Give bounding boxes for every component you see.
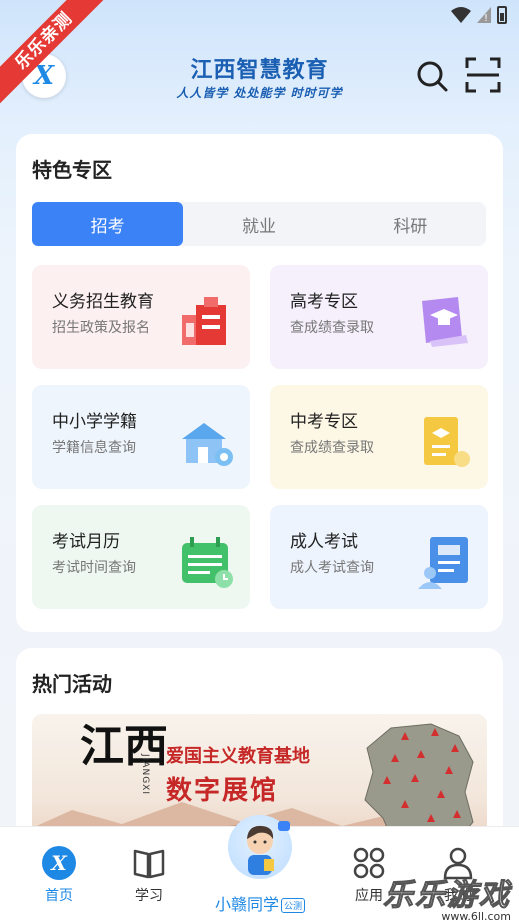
tile-title: 中考专区 xyxy=(290,412,358,432)
scan-icon[interactable] xyxy=(464,56,502,94)
tile-compulsory-enrollment[interactable]: 义务招生教育 招生政策及报名 xyxy=(32,265,250,369)
tile-title: 成人考试 xyxy=(290,532,358,552)
features-title: 特色专区 xyxy=(32,158,112,182)
tile-subtitle: 学籍信息查询 xyxy=(52,440,136,456)
corner-ribbon: 乐乐亲测 xyxy=(0,0,110,110)
tile-subtitle: 考试时间查询 xyxy=(52,560,136,576)
apps-grid-icon xyxy=(353,847,385,879)
tile-title: 中小学学籍 xyxy=(52,412,137,432)
tile-adult-exam[interactable]: 成人考试 成人考试查询 xyxy=(270,505,488,609)
tile-title: 高考专区 xyxy=(290,292,358,312)
tile-subtitle: 成人考试查询 xyxy=(290,560,374,576)
features-card: 特色专区 招考 就业 科研 义务招生教育 招生政策及报名 高考专区 查成绩查录取… xyxy=(16,134,503,632)
house-icon xyxy=(182,423,233,466)
tab-research[interactable]: 科研 xyxy=(335,202,486,246)
tile-subtitle: 查成绩查录取 xyxy=(290,440,374,456)
watermark: 乐乐游戏 www.6ll.com xyxy=(383,870,512,924)
search-icon[interactable] xyxy=(414,58,450,94)
tile-gaokao[interactable]: 高考专区 查成绩查录取 xyxy=(270,265,488,369)
nav-home-label: 首页 xyxy=(45,888,73,904)
nav-assistant[interactable]: 小赣同学 公测 xyxy=(200,815,320,915)
nav-study-label: 学习 xyxy=(135,888,163,904)
graduation-book-icon xyxy=(422,297,468,347)
svg-text:X: X xyxy=(49,851,68,875)
school-building-icon xyxy=(182,297,226,345)
tile-exam-calendar[interactable]: 考试月历 考试时间查询 xyxy=(32,505,250,609)
svg-text:!: ! xyxy=(484,13,488,23)
wifi-icon xyxy=(451,7,471,23)
assistant-avatar xyxy=(228,815,292,879)
tab-exam[interactable]: 招考 xyxy=(32,202,184,246)
tile-title: 考试月历 xyxy=(52,532,120,552)
calendar-icon xyxy=(182,537,233,588)
signal-icon: ! xyxy=(477,7,491,23)
tile-subtitle: 招生政策及报名 xyxy=(52,320,150,336)
features-tabs: 招考 就业 科研 xyxy=(32,202,486,246)
tile-subtitle: 查成绩查录取 xyxy=(290,320,374,336)
nav-study[interactable]: 学习 xyxy=(117,845,181,905)
banner-subheadline: 数字展馆 xyxy=(166,776,279,806)
beta-badge: 公测 xyxy=(281,898,306,913)
assistant-label: 小赣同学 xyxy=(214,895,279,914)
tile-student-status[interactable]: 中小学学籍 学籍信息查询 xyxy=(32,385,250,489)
certificate-icon xyxy=(424,417,470,467)
watermark-text: 乐乐游戏 xyxy=(383,878,511,914)
hot-title: 热门活动 xyxy=(32,672,112,696)
banner-headline: 爱国主义教育基地 xyxy=(166,746,310,767)
book-icon xyxy=(133,849,165,879)
tab-employment[interactable]: 就业 xyxy=(183,202,334,246)
assistant-character-icon xyxy=(247,821,290,875)
home-logo-icon: X xyxy=(42,846,76,880)
tile-zhongkao[interactable]: 中考专区 查成绩查录取 xyxy=(270,385,488,489)
banner-calligraphy: 江西 xyxy=(80,721,168,772)
banner-pinyin: JIANGXI xyxy=(140,754,150,795)
nav-home[interactable]: X 首页 xyxy=(27,845,91,905)
id-card-icon xyxy=(418,537,468,589)
battery-icon xyxy=(497,6,507,24)
tile-title: 义务招生教育 xyxy=(52,292,154,312)
ribbon-text: 乐乐亲测 xyxy=(0,0,110,107)
